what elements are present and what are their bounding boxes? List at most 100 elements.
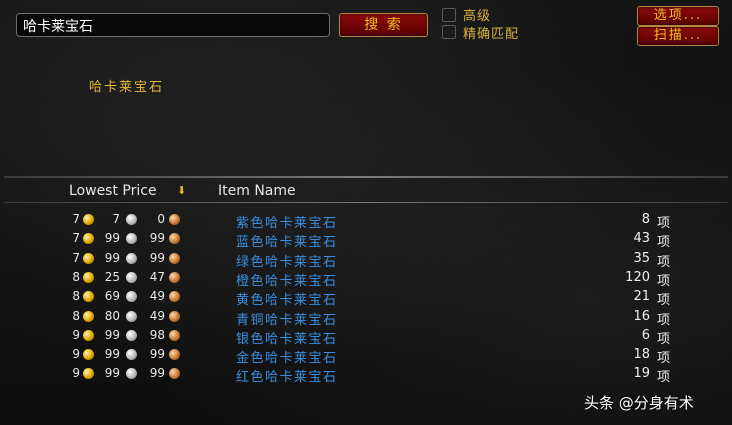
item-name-link[interactable]: 橙色哈卡莱宝石 bbox=[236, 270, 338, 289]
price-copper: 99 bbox=[149, 231, 165, 246]
gold-coin-icon bbox=[83, 310, 94, 322]
price-gold: 9 bbox=[72, 327, 80, 342]
item-count-unit: 项 bbox=[657, 254, 671, 270]
search-input-value: 哈卡莱宝石 bbox=[23, 19, 93, 35]
divider bbox=[4, 176, 728, 178]
price-gold: 8 bbox=[72, 289, 80, 304]
silver-coin-icon bbox=[126, 233, 137, 245]
detail-title: 哈卡莱宝石 bbox=[89, 80, 165, 95]
sort-arrow-down-icon: ⬇ bbox=[177, 184, 187, 197]
item-name-link[interactable]: 红色哈卡莱宝石 bbox=[236, 366, 338, 385]
exact-match-checkbox[interactable] bbox=[442, 25, 456, 39]
result-row[interactable]: 9 99 99 红色哈卡莱宝石 19 项 bbox=[0, 365, 732, 386]
gold-coin-icon bbox=[83, 291, 94, 303]
price-gold: 8 bbox=[72, 308, 80, 323]
price-copper: 99 bbox=[149, 366, 165, 381]
column-header-price[interactable]: Lowest Price bbox=[69, 183, 157, 199]
silver-coin-icon bbox=[126, 214, 137, 225]
price-copper: 0 bbox=[157, 212, 165, 226]
silver-coin-icon bbox=[126, 349, 137, 361]
item-name-link[interactable]: 紫色哈卡莱宝石 bbox=[236, 212, 338, 231]
gold-coin-icon bbox=[83, 271, 94, 283]
copper-coin-icon bbox=[169, 271, 180, 283]
price-copper: 99 bbox=[149, 347, 165, 362]
options-button[interactable]: 选项... bbox=[637, 6, 719, 26]
item-count: 19 bbox=[633, 366, 650, 382]
item-count-unit: 项 bbox=[657, 273, 671, 289]
item-count: 6 bbox=[641, 327, 650, 343]
price-silver: 99 bbox=[104, 231, 120, 246]
search-input[interactable]: 哈卡莱宝石 bbox=[16, 13, 330, 37]
item-count-unit: 项 bbox=[657, 351, 671, 367]
result-row[interactable]: 7 99 99 蓝色哈卡莱宝石 43 项 bbox=[0, 230, 732, 251]
price-gold: 7 bbox=[72, 231, 80, 246]
silver-coin-icon bbox=[126, 310, 137, 322]
divider bbox=[4, 202, 728, 203]
gold-coin-icon bbox=[83, 214, 94, 225]
item-count: 8 bbox=[641, 212, 650, 227]
price-copper: 98 bbox=[149, 327, 165, 342]
gold-coin-icon bbox=[83, 349, 94, 361]
result-row[interactable]: 7 99 99 绿色哈卡莱宝石 35 项 bbox=[0, 250, 732, 270]
item-count-unit: 项 bbox=[657, 235, 671, 251]
exact-match-label: 精确匹配 bbox=[463, 27, 520, 42]
gold-coin-icon bbox=[83, 252, 94, 264]
price-silver: 99 bbox=[104, 366, 120, 381]
copper-coin-icon bbox=[169, 329, 180, 341]
item-name-link[interactable]: 蓝色哈卡莱宝石 bbox=[236, 231, 338, 250]
item-count: 35 bbox=[633, 250, 650, 266]
item-count-unit: 项 bbox=[657, 331, 671, 347]
copper-coin-icon bbox=[169, 349, 180, 361]
item-name-link[interactable]: 银色哈卡莱宝石 bbox=[236, 328, 338, 347]
item-name-link[interactable]: 绿色哈卡莱宝石 bbox=[236, 251, 338, 270]
copper-coin-icon bbox=[169, 291, 180, 303]
copper-coin-icon bbox=[169, 368, 180, 380]
gold-coin-icon bbox=[83, 329, 94, 341]
result-row[interactable]: 7 7 0 紫色哈卡莱宝石 8 项 bbox=[0, 211, 732, 231]
price-silver: 25 bbox=[104, 269, 120, 284]
result-row[interactable]: 8 69 49 黄色哈卡莱宝石 21 项 bbox=[0, 288, 732, 309]
gold-coin-icon bbox=[83, 233, 94, 245]
advanced-checkbox[interactable] bbox=[442, 8, 456, 22]
result-row[interactable]: 8 25 47 橙色哈卡莱宝石 120 项 bbox=[0, 269, 732, 289]
column-header-name[interactable]: Item Name bbox=[218, 183, 296, 199]
price-gold: 7 bbox=[72, 212, 80, 226]
item-count-unit: 项 bbox=[657, 312, 671, 328]
copper-coin-icon bbox=[169, 233, 180, 245]
advanced-label: 高级 bbox=[463, 9, 492, 24]
watermark: 头条 @分身有术 bbox=[584, 394, 694, 412]
price-silver: 99 bbox=[104, 347, 120, 362]
item-count: 21 bbox=[633, 289, 650, 305]
search-button[interactable]: 搜 索 bbox=[339, 13, 428, 37]
item-count: 16 bbox=[633, 308, 650, 324]
item-count: 43 bbox=[633, 231, 650, 247]
copper-coin-icon bbox=[169, 310, 180, 322]
result-row[interactable]: 8 80 49 青铜哈卡莱宝石 16 项 bbox=[0, 308, 732, 328]
scan-button[interactable]: 扫描... bbox=[637, 26, 719, 46]
result-row[interactable]: 9 99 99 金色哈卡莱宝石 18 项 bbox=[0, 346, 732, 367]
gold-coin-icon bbox=[83, 368, 94, 380]
auction-window: 哈卡莱宝石 搜 索 高级 精确匹配 选项... 扫描... 哈卡莱宝石 Lowe… bbox=[0, 0, 732, 425]
silver-coin-icon bbox=[126, 329, 137, 341]
price-silver: 7 bbox=[112, 212, 120, 226]
item-name-link[interactable]: 金色哈卡莱宝石 bbox=[236, 347, 338, 366]
price-silver: 69 bbox=[104, 289, 120, 304]
price-copper: 99 bbox=[149, 250, 165, 265]
item-name-link[interactable]: 黄色哈卡莱宝石 bbox=[236, 289, 338, 308]
price-silver: 80 bbox=[104, 308, 120, 323]
item-count-unit: 项 bbox=[657, 216, 671, 231]
price-gold: 9 bbox=[72, 347, 80, 362]
copper-coin-icon bbox=[169, 214, 180, 225]
price-copper: 49 bbox=[149, 289, 165, 304]
price-gold: 8 bbox=[72, 269, 80, 284]
result-row[interactable]: 9 99 98 银色哈卡莱宝石 6 项 bbox=[0, 327, 732, 347]
silver-coin-icon bbox=[126, 271, 137, 283]
item-count-unit: 项 bbox=[657, 293, 671, 309]
item-count-unit: 项 bbox=[657, 370, 671, 386]
silver-coin-icon bbox=[126, 291, 137, 303]
price-silver: 99 bbox=[104, 250, 120, 265]
price-copper: 49 bbox=[149, 308, 165, 323]
silver-coin-icon bbox=[126, 368, 137, 380]
item-name-link[interactable]: 青铜哈卡莱宝石 bbox=[236, 309, 338, 328]
item-count: 120 bbox=[625, 269, 650, 285]
